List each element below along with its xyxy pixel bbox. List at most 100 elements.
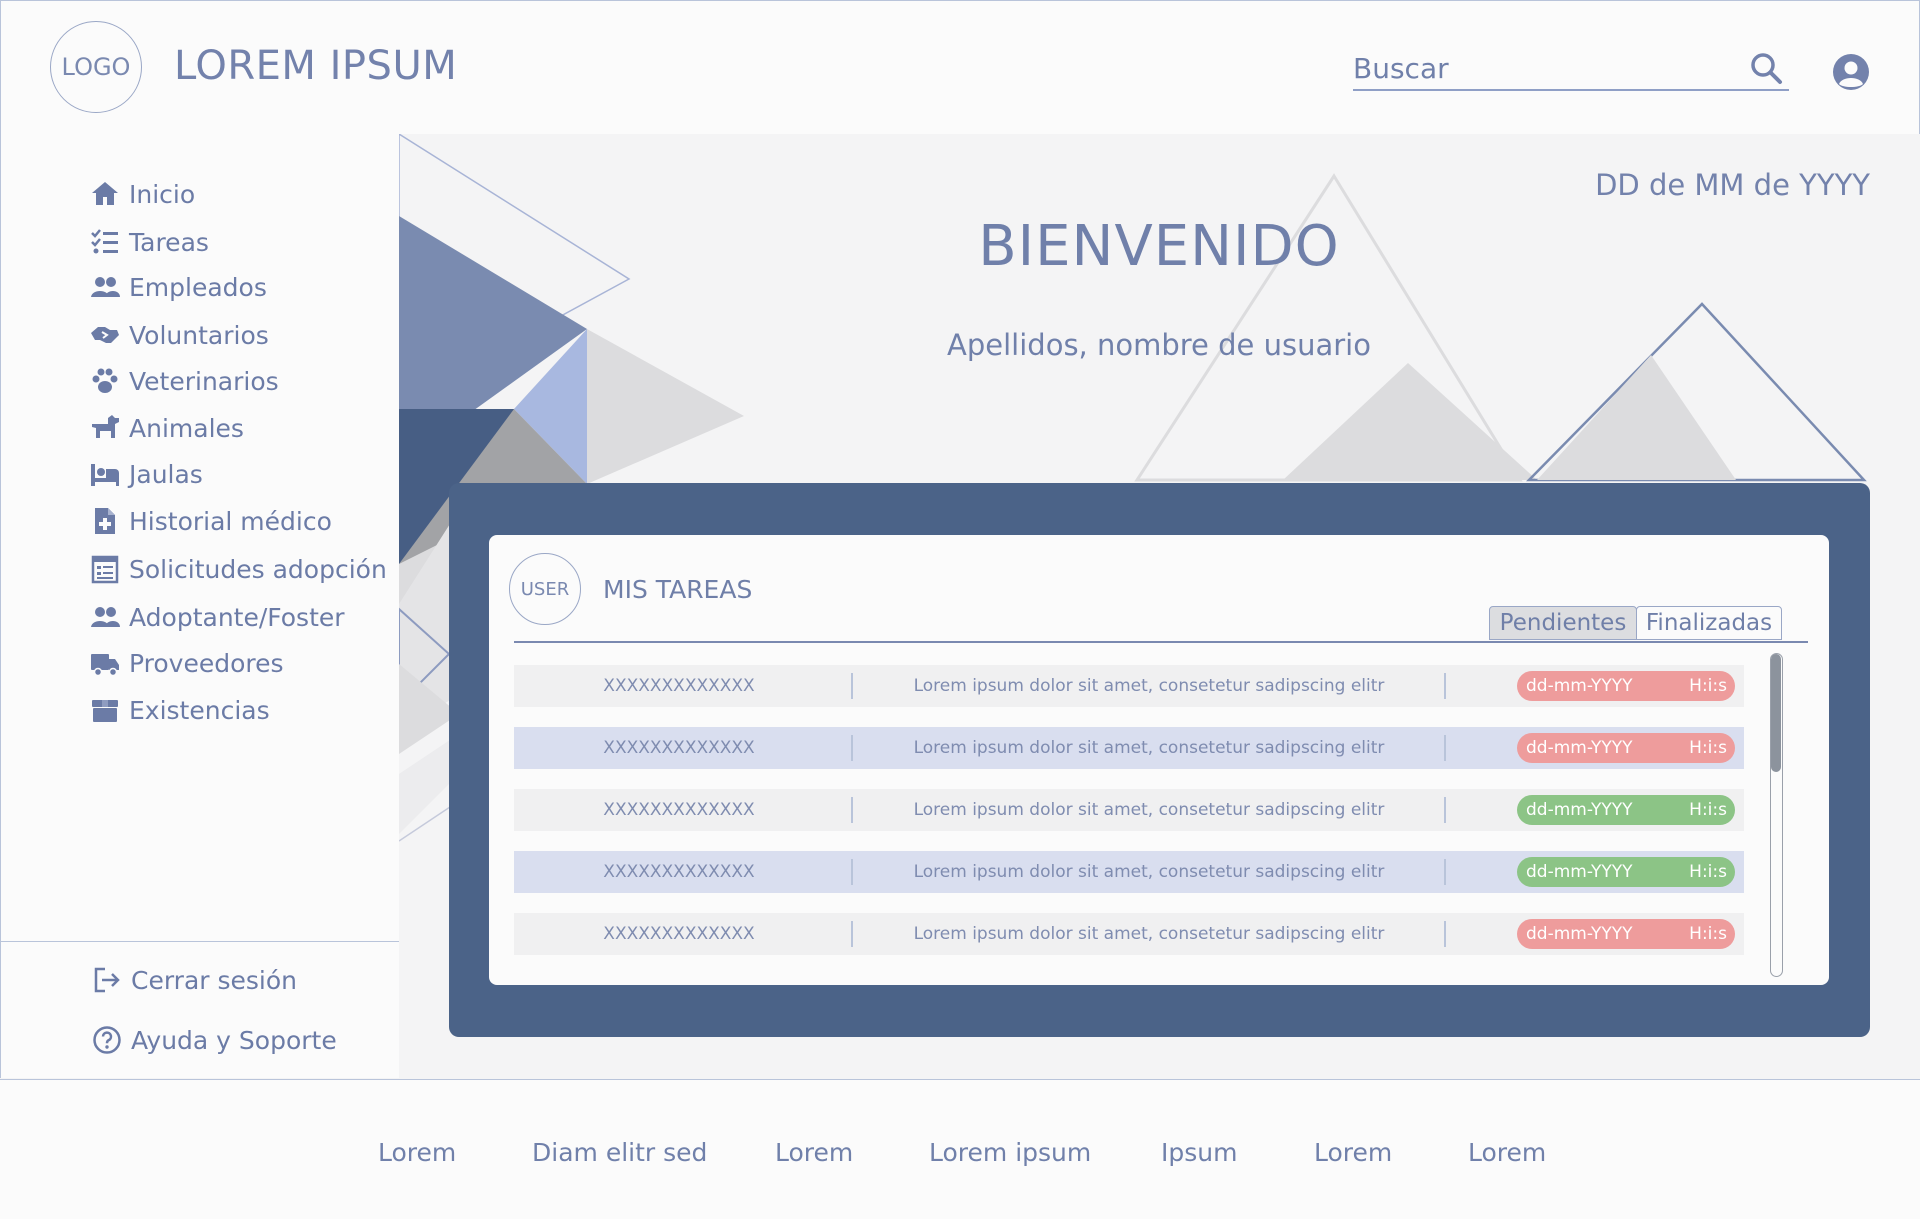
task-row[interactable]: XXXXXXXXXXXXX Lorem ipsum dolor sit amet,…: [514, 727, 1744, 769]
due-date-badge: dd-mm-YYYY H:i:s: [1517, 733, 1735, 763]
home-icon: [92, 182, 118, 205]
due-time: H:i:s: [1689, 862, 1727, 882]
scrollbar-thumb[interactable]: [1771, 654, 1781, 772]
sidebar-item-veterinarios[interactable]: Veterinarios: [89, 365, 279, 397]
user-avatar-label: USER: [520, 578, 570, 600]
tab-pendientes[interactable]: Pendientes: [1489, 606, 1637, 640]
sidebar-item-adoptante-foster[interactable]: Adoptante/Foster: [89, 601, 345, 633]
truck-icon: [91, 654, 119, 677]
column-separator: [851, 673, 853, 699]
task-code: XXXXXXXXXXXXX: [603, 676, 755, 696]
sidebar-divider: [1, 941, 399, 942]
main-content: DD de MM de YYYY BIENVENIDO Apellidos, n…: [399, 134, 1920, 1078]
task-description: Lorem ipsum dolor sit amet, consetetur s…: [913, 676, 1385, 696]
task-description: Lorem ipsum dolor sit amet, consetetur s…: [913, 924, 1385, 944]
column-separator: [1444, 921, 1446, 947]
app-title: LOREM IPSUM: [174, 43, 458, 89]
sidebar-item-tareas[interactable]: Tareas: [89, 226, 209, 258]
user-account-icon[interactable]: [1832, 53, 1870, 91]
task-list-scrollbar[interactable]: [1770, 653, 1783, 977]
column-separator: [1444, 735, 1446, 761]
sidebar-item-inicio[interactable]: Inicio: [89, 178, 195, 210]
footer-link[interactable]: Lorem ipsum: [929, 1138, 1091, 1167]
due-date-badge: dd-mm-YYYY H:i:s: [1517, 671, 1735, 701]
users-icon: [91, 277, 120, 297]
due-time: H:i:s: [1689, 800, 1727, 820]
form-icon: [91, 555, 119, 584]
search-input[interactable]: [1353, 49, 1733, 87]
column-separator: [851, 921, 853, 947]
sidebar-item-label: Voluntarios: [129, 320, 269, 350]
top-header: LOGO LOREM IPSUM: [0, 0, 1920, 135]
footer-link[interactable]: Lorem: [378, 1138, 456, 1167]
due-time: H:i:s: [1689, 924, 1727, 944]
sidebar-item-empleados[interactable]: Empleados: [89, 271, 267, 303]
due-date-badge: dd-mm-YYYY H:i:s: [1517, 919, 1735, 949]
sidebar: Inicio Tareas Empleados Voluntarios Veterina…: [0, 134, 400, 1078]
tasks-divider: [514, 641, 1808, 643]
task-description: Lorem ipsum dolor sit amet, consetetur s…: [913, 800, 1385, 820]
paw-icon: [92, 368, 118, 393]
tab-finalizadas[interactable]: Finalizadas: [1636, 606, 1782, 640]
search-icon[interactable]: [1749, 51, 1783, 85]
footer: Lorem Diam elitr sed Lorem Lorem ipsum Ipsum…: [0, 1079, 1920, 1219]
sidebar-item-proveedores[interactable]: Proveedores: [89, 647, 284, 679]
sidebar-item-label: Existencias: [129, 695, 270, 725]
task-row[interactable]: XXXXXXXXXXXXX Lorem ipsum dolor sit amet,…: [514, 851, 1744, 893]
sidebar-item-label: Ayuda y Soporte: [131, 1025, 337, 1055]
due-date: dd-mm-YYYY: [1526, 738, 1633, 758]
help-icon: [93, 1026, 121, 1054]
sidebar-item-label: Animales: [129, 413, 244, 443]
due-date: dd-mm-YYYY: [1526, 676, 1633, 696]
task-row[interactable]: XXXXXXXXXXXXX Lorem ipsum dolor sit amet,…: [514, 665, 1744, 707]
sidebar-item-voluntarios[interactable]: Voluntarios: [89, 319, 269, 351]
column-separator: [851, 797, 853, 823]
logo[interactable]: LOGO: [50, 21, 142, 113]
task-row[interactable]: XXXXXXXXXXXXX Lorem ipsum dolor sit amet,…: [514, 789, 1744, 831]
tasks-card: USER MIS TAREAS Pendientes Finalizadas X…: [489, 535, 1829, 985]
sidebar-item-solicitudes-adopci-n[interactable]: Solicitudes adopción: [89, 553, 387, 585]
bed-icon: [91, 464, 119, 486]
sidebar-item-animales[interactable]: Animales: [89, 412, 244, 444]
due-date-badge: dd-mm-YYYY H:i:s: [1517, 795, 1735, 825]
footer-link[interactable]: Diam elitr sed: [532, 1138, 707, 1167]
footer-link[interactable]: Lorem: [1314, 1138, 1392, 1167]
column-separator: [1444, 859, 1446, 885]
task-code: XXXXXXXXXXXXX: [603, 924, 755, 944]
sidebar-item-label: Inicio: [129, 179, 196, 209]
search-bar: [1353, 49, 1789, 91]
users-icon: [91, 607, 120, 627]
footer-link[interactable]: Lorem: [775, 1138, 853, 1167]
due-time: H:i:s: [1689, 676, 1727, 696]
sidebar-item-label: Empleados: [129, 272, 267, 302]
due-date-badge: dd-mm-YYYY H:i:s: [1517, 857, 1735, 887]
box-icon: [92, 700, 118, 722]
current-date: DD de MM de YYYY: [1595, 168, 1870, 202]
help-support-link[interactable]: Ayuda y Soporte: [91, 1024, 337, 1056]
sidebar-item-label: Proveedores: [129, 648, 284, 678]
due-date: dd-mm-YYYY: [1526, 924, 1633, 944]
dog-icon: [92, 415, 119, 438]
sidebar-item-label: Adoptante/Foster: [129, 602, 345, 632]
sidebar-item-existencias[interactable]: Existencias: [89, 694, 270, 726]
sidebar-item-label: Jaulas: [129, 459, 203, 489]
task-tabs: Pendientes Finalizadas: [1489, 606, 1782, 640]
sidebar-item-jaulas[interactable]: Jaulas: [89, 458, 203, 490]
column-separator: [851, 859, 853, 885]
due-time: H:i:s: [1689, 738, 1727, 758]
medical-file-icon: [95, 508, 115, 534]
logout-icon: [94, 967, 120, 993]
footer-link[interactable]: Lorem: [1468, 1138, 1546, 1167]
logo-text: LOGO: [61, 53, 131, 81]
user-avatar[interactable]: USER: [509, 553, 581, 625]
task-row[interactable]: XXXXXXXXXXXXX Lorem ipsum dolor sit amet,…: [514, 913, 1744, 955]
sidebar-item-historial-m-dico[interactable]: Historial médico: [89, 505, 332, 537]
tasks-panel: USER MIS TAREAS Pendientes Finalizadas X…: [449, 483, 1870, 1037]
task-description: Lorem ipsum dolor sit amet, consetetur s…: [913, 738, 1385, 758]
task-code: XXXXXXXXXXXXX: [603, 862, 755, 882]
task-list-icon: [91, 229, 118, 254]
logout-link[interactable]: Cerrar sesión: [91, 964, 297, 996]
sidebar-item-label: Historial médico: [129, 506, 332, 536]
footer-link[interactable]: Ipsum: [1161, 1138, 1237, 1167]
column-separator: [1444, 673, 1446, 699]
